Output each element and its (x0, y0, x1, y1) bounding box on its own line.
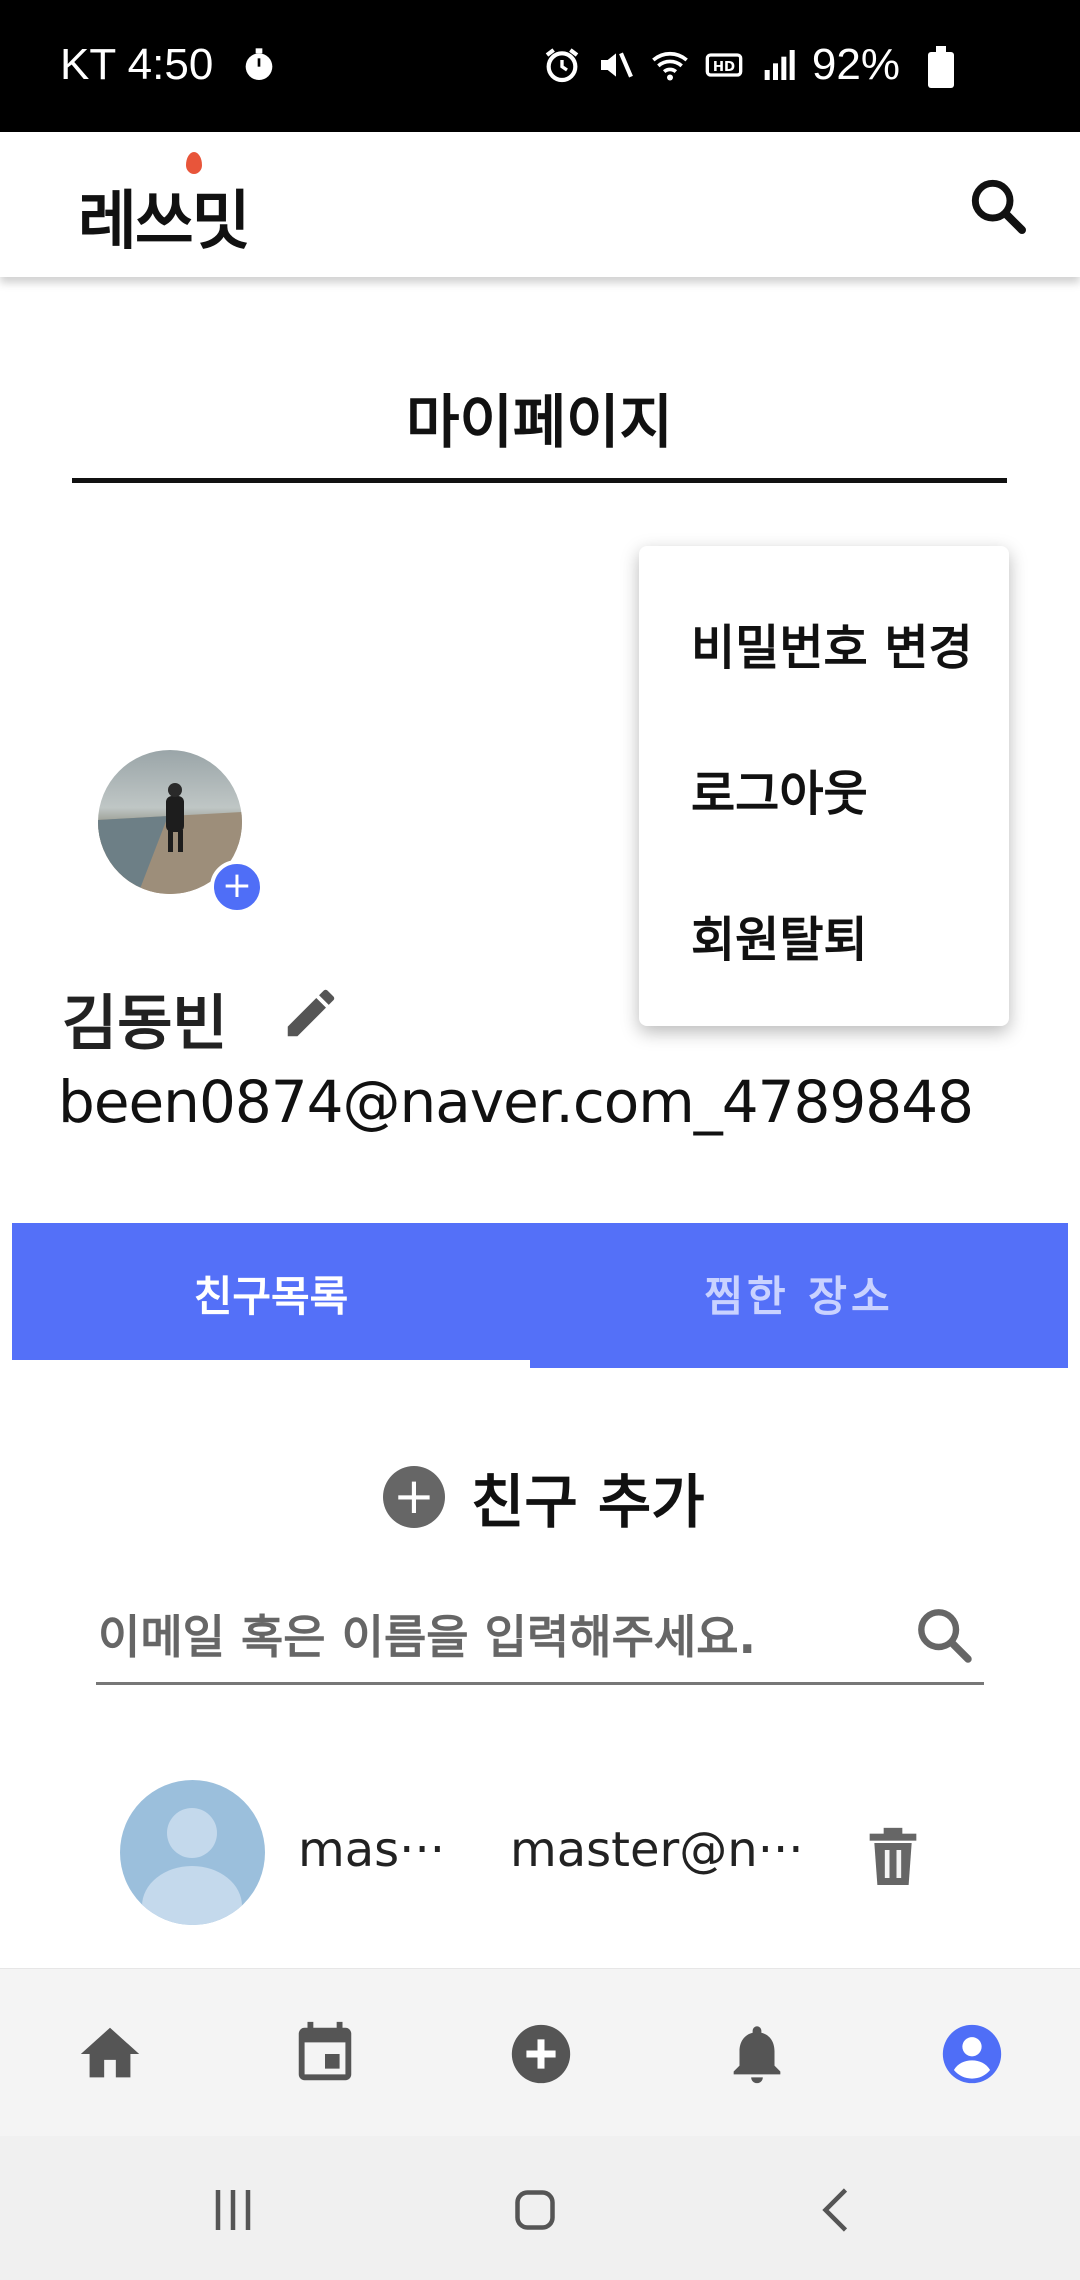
app-logo[interactable]: 레쓰밋 (78, 170, 251, 262)
search-icon[interactable] (966, 174, 1030, 238)
alarm-icon (545, 48, 579, 83)
add-friend-label: 친구 추가 (471, 1468, 705, 1536)
menu-item-logout[interactable]: 로그아웃 (691, 754, 868, 824)
tab-saved-places[interactable]: 찜한 장소 (530, 1223, 1068, 1363)
bell-icon[interactable] (722, 2019, 792, 2089)
status-left: KT 4:50 (60, 40, 279, 90)
back-icon[interactable] (808, 2180, 868, 2240)
mute-icon (600, 52, 633, 78)
page-title: 마이페이지 (406, 388, 673, 456)
calendar-icon[interactable] (290, 2019, 360, 2089)
svg-text:HD: HD (713, 60, 735, 75)
user-email: been0874@naver.com_4789848 (58, 1068, 974, 1136)
bottom-nav (0, 1968, 1080, 2136)
title-divider (72, 478, 1007, 483)
home-icon[interactable] (75, 2019, 145, 2089)
friend-search-input[interactable] (98, 1605, 878, 1669)
search-icon[interactable] (912, 1603, 976, 1667)
tab-indicator (12, 1360, 530, 1368)
status-right: HD 92% (542, 40, 900, 90)
add-friend-button[interactable]: + 친구 추가 (383, 1455, 705, 1539)
tab-bar: 친구목록 찜한 장소 (12, 1223, 1068, 1368)
tab-friends[interactable]: 친구목록 (12, 1223, 530, 1363)
system-nav (0, 2136, 1080, 2280)
stopwatch-icon (245, 48, 273, 80)
user-name: 김동빈 (62, 989, 228, 1059)
friend-name: mas··· (298, 1822, 445, 1878)
add-circle-icon: + (383, 1466, 445, 1528)
trash-icon[interactable] (865, 1826, 921, 1888)
friend-email: master@n··· (510, 1822, 804, 1878)
friend-search-field (96, 1595, 984, 1685)
friend-avatar (120, 1780, 265, 1925)
carrier-time: KT 4:50 (60, 40, 214, 89)
add-circle-icon[interactable] (506, 2019, 576, 2089)
battery-icon (928, 46, 954, 88)
account-icon[interactable] (937, 2019, 1007, 2089)
flame-icon (186, 152, 202, 174)
edit-pencil-icon[interactable] (280, 982, 342, 1044)
add-photo-button[interactable]: + (210, 860, 264, 914)
hd-icon: HD (705, 53, 743, 77)
status-bar: KT 4:50 HD 92% (0, 0, 1080, 132)
settings-menu: 비밀번호 변경 로그아웃 회원탈퇴 (639, 546, 1009, 1026)
recent-apps-icon[interactable] (203, 2180, 263, 2240)
wifi-icon (652, 51, 688, 81)
home-button-icon[interactable] (505, 2180, 565, 2240)
menu-item-withdraw[interactable]: 회원탈퇴 (691, 900, 868, 970)
signal-icon (764, 50, 795, 80)
battery-percent: 92% (811, 40, 900, 89)
app-header: 레쓰밋 (0, 132, 1080, 277)
menu-item-change-password[interactable]: 비밀번호 변경 (691, 608, 973, 678)
